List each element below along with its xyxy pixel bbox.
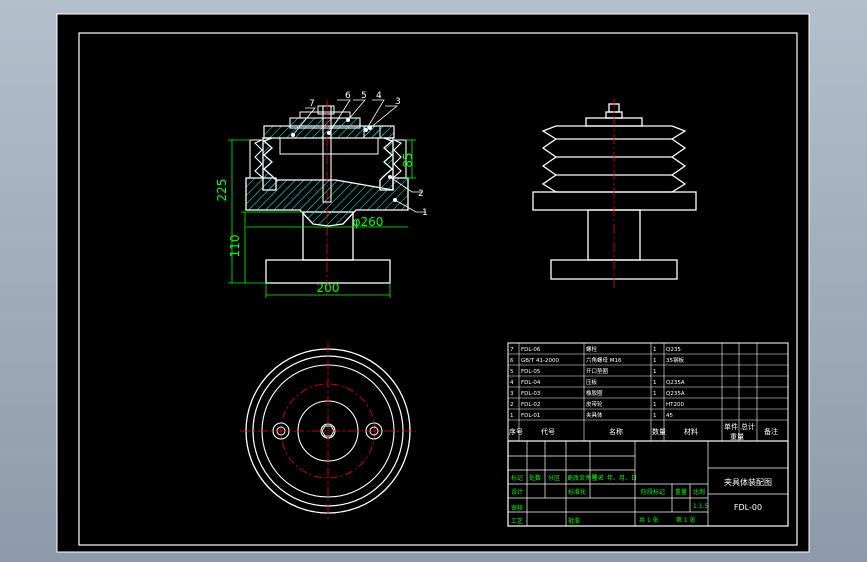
label-date: 年、月、日 (607, 474, 637, 482)
dim-diameter: φ260 (353, 215, 384, 229)
bom-header-code: 代号 (541, 427, 555, 436)
bom-cell-name: 压板 (586, 378, 598, 386)
assembly-drawing: 225 110 200 φ260 85 7 6 5 4 3 2 1 7 FDL-… (56, 13, 810, 553)
bom-cell-qty: 1 (653, 369, 657, 375)
bom-cell-qty: 1 (653, 402, 657, 408)
label-design: 设计 (511, 488, 523, 496)
dim-total-height: 225 (215, 179, 229, 202)
bom-header-total-weight: 总计 (741, 422, 755, 431)
label-process: 工艺 (511, 517, 523, 525)
balloon-3: 3 (395, 97, 401, 107)
bom-cell-code: FDL-06 (521, 347, 541, 353)
label-mark: 标记 (511, 474, 523, 482)
rubber-ring (363, 125, 381, 139)
bom-cell-material: Q235 (666, 347, 681, 353)
bom-cell-material: HT200 (666, 402, 684, 408)
bom-cell-code: GB/T 41-2000 (521, 358, 559, 364)
sheet-no: 第 1 张 (676, 516, 696, 524)
bom-cell-name: 皮带轮 (586, 400, 603, 408)
bom-header-remark: 备注 (764, 427, 778, 436)
bom-cell-material: 45 (666, 413, 673, 419)
bom-cell-qty: 1 (653, 380, 657, 386)
bom-cell-code: FDL-04 (521, 380, 541, 386)
label-approve: 批准 (568, 517, 580, 525)
bom-cell-no: 1 (510, 413, 514, 419)
bom-header-name: 名称 (609, 427, 623, 436)
bom-cell-no: 6 (510, 358, 514, 364)
balloon-4: 4 (376, 91, 382, 101)
bom-header-qty: 数量 (652, 427, 666, 436)
label-count: 处数 (529, 474, 541, 482)
bom-cell-name: 夹具体 (586, 411, 603, 419)
bom-cell-code: FDL-03 (521, 391, 541, 397)
bom-header-weight: 重量 (730, 433, 744, 441)
bom-cell-code: FDL-05 (521, 369, 541, 375)
bom-cell-material: Q235A (666, 391, 685, 397)
bom-header-no: 序号 (509, 427, 523, 436)
bom-cell-qty: 1 (653, 391, 657, 397)
bom-cell-no: 7 (510, 347, 514, 353)
bom-cell-code: FDL-01 (521, 413, 540, 419)
label-zone: 分区 (548, 474, 560, 482)
bom-cell-qty: 1 (653, 347, 657, 353)
balloon-5: 5 (361, 91, 367, 101)
label-review: 审核 (511, 504, 523, 512)
bom-cell-name: 开口垫圈 (586, 367, 609, 375)
bom-cell-no: 3 (510, 391, 514, 397)
bom-cell-code: FDL-02 (521, 402, 540, 408)
bom-cell-no: 5 (510, 369, 514, 375)
dim-base-height: 110 (228, 235, 242, 258)
bom-cell-no: 2 (510, 402, 514, 408)
balloon-7: 7 (309, 99, 315, 109)
bom-cell-material: Q235A (666, 380, 685, 386)
bom-cell-qty: 1 (653, 358, 657, 364)
bom-header-material: 材料 (684, 427, 698, 436)
bom-cell-name: 螺栓 (586, 345, 598, 353)
label-standardize: 标准化 (568, 488, 586, 496)
label-signature: 签名 (592, 474, 604, 482)
scale-value: 1:1.5 (693, 503, 709, 510)
bom-header-unit-weight: 单件 (724, 422, 738, 431)
bom-cell-name: 橡胶圈 (586, 389, 603, 397)
balloon-1: 1 (422, 208, 428, 218)
label-stage-mark: 阶段标记 (641, 488, 665, 496)
dim-base-width: 200 (317, 281, 340, 295)
label-scale: 比例 (693, 488, 705, 496)
balloon-6: 6 (345, 91, 351, 101)
bom-cell-name: 六角螺母 M16 (586, 356, 622, 364)
drawing-title: 夹具体装配图 (724, 477, 772, 487)
drawing-code: FDL-00 (734, 503, 762, 512)
cad-viewport: 225 110 200 φ260 85 7 6 5 4 3 2 1 7 FDL-… (0, 0, 867, 562)
bom-cell-qty: 1 (653, 413, 657, 419)
bom-cell-no: 4 (510, 380, 514, 386)
bom-cell-material: 35钢板 (666, 356, 684, 364)
sheet-border (56, 13, 810, 553)
dim-groove-height: 85 (401, 152, 415, 167)
balloon-2: 2 (418, 189, 424, 199)
sheet-total: 共 1 张 (639, 516, 659, 524)
label-weight: 重量 (675, 488, 687, 496)
